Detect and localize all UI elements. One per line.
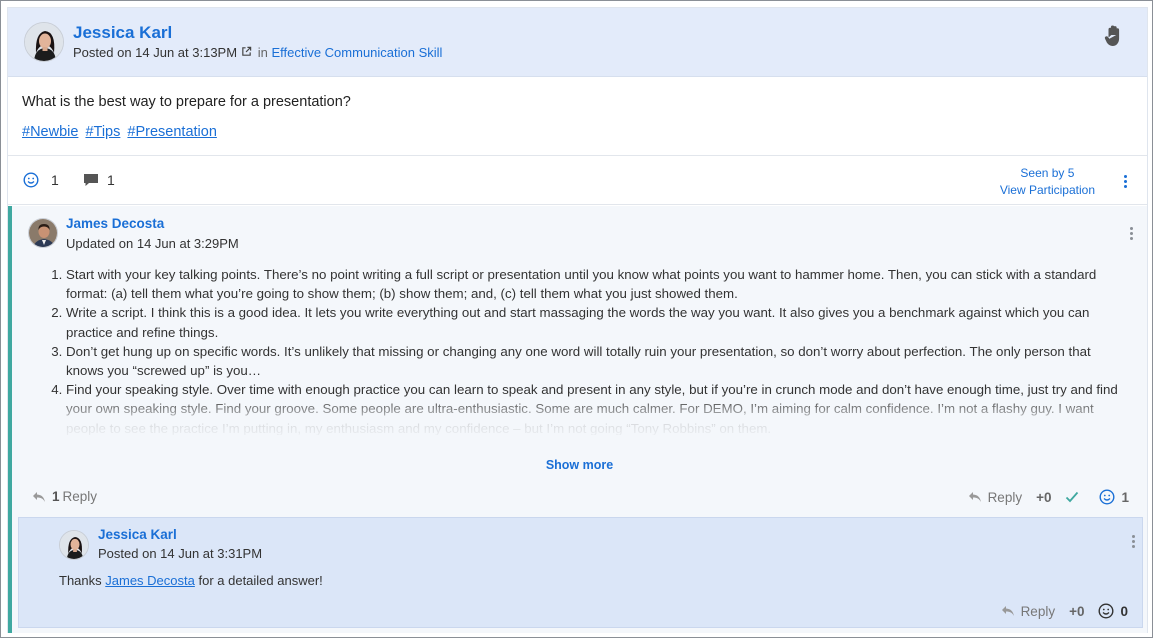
window-frame: Jessica Karl Posted on 14 Jun at 3:13PM … xyxy=(0,0,1153,638)
reply-text-before: Thanks xyxy=(59,573,102,588)
reply-label: Reply xyxy=(1020,603,1056,619)
check-icon xyxy=(1066,491,1079,503)
reply-reaction-button[interactable]: 0 xyxy=(1098,603,1128,619)
vote-button[interactable]: +0 xyxy=(1069,604,1084,619)
seen-by-link[interactable]: Seen by 5 xyxy=(1000,165,1095,182)
vote-count: +0 xyxy=(1069,603,1085,619)
reply-date: Posted on 14 Jun at 3:31PM xyxy=(98,546,263,561)
avatar[interactable] xyxy=(28,218,58,248)
reply-count-label: Reply xyxy=(62,489,98,504)
tag-link[interactable]: #Presentation xyxy=(127,124,216,140)
reply-text: Thanks James Decosta for a detailed answ… xyxy=(59,573,323,588)
more-icon[interactable] xyxy=(1130,534,1136,550)
post-date: Posted on 14 Jun at 3:13PM xyxy=(73,45,238,60)
more-icon[interactable] xyxy=(1122,174,1128,190)
comment-button[interactable]: 1 xyxy=(83,172,115,188)
external-link-icon[interactable] xyxy=(241,46,252,57)
reply-count-toggle[interactable]: 1 Reply xyxy=(32,489,97,504)
answer-card: James Decosta Updated on 14 Jun at 3:29P… xyxy=(8,206,1147,633)
answer-updated: Updated on 14 Jun at 3:29PM xyxy=(66,236,239,251)
tag-link[interactable]: #Tips xyxy=(85,124,120,140)
reply-text-after: for a detailed answer! xyxy=(198,573,323,588)
post-header: Jessica Karl Posted on 14 Jun at 3:13PM … xyxy=(8,8,1147,77)
vote-button[interactable]: +0 xyxy=(1036,490,1051,505)
reply-button[interactable]: Reply xyxy=(968,489,1023,505)
answer-author-name[interactable]: James Decosta xyxy=(66,216,164,231)
reply-author-name[interactable]: Jessica Karl xyxy=(98,527,177,542)
tag-list: #Newbie #Tips #Presentation xyxy=(22,124,220,140)
more-icon[interactable] xyxy=(1128,226,1134,242)
post-meta: Posted on 14 Jun at 3:13PM in Effective … xyxy=(73,45,442,60)
text-fade-overlay xyxy=(12,396,1132,456)
seen-info: Seen by 5 View Participation xyxy=(1000,165,1095,199)
post-question: What is the best way to prepare for a pr… xyxy=(22,94,351,110)
post-author-name[interactable]: Jessica Karl xyxy=(73,23,172,43)
answer-list-item: Don’t get hung up on specific words. It’… xyxy=(66,342,1126,380)
reply-button[interactable]: Reply xyxy=(1001,603,1056,619)
smiley-icon xyxy=(1099,489,1115,505)
answer-list-item: Start with your key talking points. Ther… xyxy=(66,265,1126,303)
tag-link[interactable]: #Newbie xyxy=(22,124,78,140)
post-card: Jessica Karl Posted on 14 Jun at 3:13PM … xyxy=(7,7,1148,633)
smiley-icon xyxy=(1098,603,1114,619)
mention-link[interactable]: James Decosta xyxy=(105,573,195,588)
post-stats-bar: 1 1 Seen by 5 View Participation xyxy=(8,157,1147,205)
answer-actions: Reply +0 1 xyxy=(954,489,1129,505)
comment-icon xyxy=(84,174,98,186)
post-body: What is the best way to prepare for a pr… xyxy=(8,78,1147,156)
reply-icon xyxy=(33,491,45,502)
vote-count: +0 xyxy=(1036,489,1052,505)
reply-card: Jessica Karl Posted on 14 Jun at 3:31PM … xyxy=(18,517,1143,628)
avatar[interactable] xyxy=(24,22,64,62)
reply-icon xyxy=(1001,606,1014,616)
accept-answer-button[interactable] xyxy=(1065,491,1085,503)
reply-label: Reply xyxy=(987,489,1023,505)
reaction-count: 1 xyxy=(51,172,59,188)
smiley-icon xyxy=(23,172,39,188)
view-participation-link[interactable]: View Participation xyxy=(1000,182,1095,199)
reply-reaction-count: 0 xyxy=(1120,603,1128,619)
answer-list-item: Write a script. I think this is a good i… xyxy=(66,303,1126,341)
channel-link[interactable]: Effective Communication Skill xyxy=(271,45,442,60)
reply-actions: Reply +0 0 xyxy=(987,603,1128,619)
answer-reaction-count: 1 xyxy=(1121,489,1129,505)
reaction-button[interactable]: 1 xyxy=(23,172,59,188)
raise-hand-icon[interactable] xyxy=(1103,24,1125,48)
reply-icon xyxy=(968,492,981,502)
post-in-label: in xyxy=(257,45,268,60)
answer-reaction-button[interactable]: 1 xyxy=(1099,489,1129,505)
show-more-button[interactable]: Show more xyxy=(12,458,1147,472)
comment-count: 1 xyxy=(107,172,115,188)
reply-count: 1 xyxy=(52,489,60,504)
avatar[interactable] xyxy=(59,530,89,560)
